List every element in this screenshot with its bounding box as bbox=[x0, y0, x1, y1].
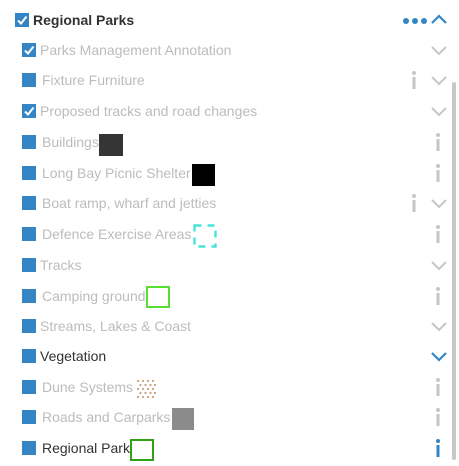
layer-checkbox[interactable] bbox=[22, 380, 36, 394]
layer-label: Regional Park bbox=[42, 440, 130, 456]
layer-checkbox[interactable] bbox=[22, 166, 36, 180]
layer-checkbox[interactable] bbox=[22, 135, 36, 149]
chevron-down-icon[interactable] bbox=[430, 348, 448, 364]
chevron-down-icon[interactable] bbox=[430, 195, 448, 211]
info-icon[interactable] bbox=[434, 224, 442, 244]
layer-item-fixture-furniture[interactable]: Fixture Furniture bbox=[0, 68, 452, 92]
scrollbar[interactable] bbox=[452, 82, 456, 460]
chevron-down-icon[interactable] bbox=[430, 72, 448, 88]
layer-checkbox[interactable] bbox=[22, 43, 36, 57]
layer-label: Dune Systems bbox=[42, 379, 134, 395]
layer-label: Camping ground bbox=[42, 288, 146, 304]
legend-symbol-lime-outline bbox=[146, 286, 170, 308]
info-icon[interactable] bbox=[434, 132, 442, 152]
layer-label: Roads and Carparks bbox=[42, 409, 171, 425]
header-label: Regional Parks bbox=[33, 12, 135, 28]
layer-label: Long Bay Picnic Shelter bbox=[42, 165, 191, 181]
legend-symbol-black-fill bbox=[192, 164, 215, 186]
layer-label: Fixture Furniture bbox=[42, 72, 145, 88]
layer-checkbox[interactable] bbox=[22, 73, 36, 87]
chevron-down-icon[interactable] bbox=[430, 103, 448, 119]
layer-label: Parks Management Annotation bbox=[40, 42, 232, 58]
layer-item-vegetation[interactable]: Vegetation bbox=[0, 344, 452, 368]
chevron-down-icon[interactable] bbox=[430, 257, 448, 273]
layer-label: Boat ramp, wharf and jetties bbox=[42, 195, 217, 211]
header-checkbox[interactable] bbox=[15, 13, 29, 27]
info-icon[interactable] bbox=[434, 438, 442, 458]
layer-checkbox[interactable] bbox=[22, 227, 36, 241]
info-icon[interactable] bbox=[434, 163, 442, 183]
legend-symbol-dotted-pattern bbox=[136, 379, 157, 399]
layer-item-parks-management-annotation[interactable]: Parks Management Annotation bbox=[0, 38, 452, 62]
layer-item-regional-park[interactable]: Regional Park bbox=[0, 436, 452, 461]
info-icon[interactable] bbox=[434, 407, 442, 427]
layer-item-proposed-tracks[interactable]: Proposed tracks and road changes bbox=[0, 99, 452, 123]
layer-checkbox[interactable] bbox=[22, 196, 36, 210]
legend-symbol-dark-fill bbox=[99, 134, 123, 156]
layer-item-buildings[interactable]: Buildings bbox=[0, 130, 452, 156]
check-icon bbox=[17, 15, 28, 26]
info-icon[interactable] bbox=[434, 286, 442, 306]
layer-label: Defence Exercise Areas bbox=[42, 226, 192, 242]
layer-checkbox[interactable] bbox=[22, 258, 36, 272]
check-icon bbox=[24, 45, 35, 56]
chevron-down-icon[interactable] bbox=[430, 318, 448, 334]
layer-item-camping-ground[interactable]: Camping ground bbox=[0, 284, 452, 308]
layer-label: Proposed tracks and road changes bbox=[40, 103, 258, 119]
info-icon[interactable] bbox=[434, 377, 442, 397]
legend-symbol-green-outline bbox=[130, 439, 154, 461]
layer-item-dune-systems[interactable]: Dune Systems bbox=[0, 375, 452, 399]
layer-item-streams-lakes-coast[interactable]: Streams, Lakes & Coast bbox=[0, 314, 452, 338]
legend-symbol-grey-fill bbox=[172, 408, 194, 430]
more-dots-icon[interactable] bbox=[402, 17, 428, 25]
layer-item-tracks[interactable]: Tracks bbox=[0, 253, 452, 277]
layer-label: Buildings bbox=[42, 134, 99, 150]
layer-list-panel: Regional Parks Parks Management Annotati… bbox=[0, 0, 459, 466]
layer-label: Tracks bbox=[40, 257, 82, 273]
layer-item-roads-and-carparks[interactable]: Roads and Carparks bbox=[0, 405, 452, 430]
layer-label: Vegetation bbox=[40, 348, 107, 364]
layer-label: Streams, Lakes & Coast bbox=[40, 318, 191, 334]
legend-symbol-dashed-cyan bbox=[193, 224, 217, 248]
chevron-up-icon[interactable] bbox=[430, 12, 448, 28]
layer-checkbox[interactable] bbox=[22, 410, 36, 424]
layer-checkbox[interactable] bbox=[22, 289, 36, 303]
layer-item-defence-exercise-areas[interactable]: Defence Exercise Areas bbox=[0, 222, 452, 248]
layer-checkbox[interactable] bbox=[22, 441, 36, 455]
layer-item-boat-ramp[interactable]: Boat ramp, wharf and jetties bbox=[0, 191, 452, 215]
info-icon[interactable] bbox=[410, 70, 418, 90]
layer-checkbox[interactable] bbox=[22, 104, 36, 118]
check-icon bbox=[24, 106, 35, 117]
info-icon[interactable] bbox=[410, 193, 418, 213]
layer-checkbox[interactable] bbox=[22, 319, 36, 333]
layer-group-header[interactable]: Regional Parks bbox=[0, 8, 452, 32]
chevron-down-icon[interactable] bbox=[430, 42, 448, 58]
layer-checkbox[interactable] bbox=[22, 349, 36, 363]
layer-item-long-bay-picnic-shelter[interactable]: Long Bay Picnic Shelter bbox=[0, 161, 452, 186]
